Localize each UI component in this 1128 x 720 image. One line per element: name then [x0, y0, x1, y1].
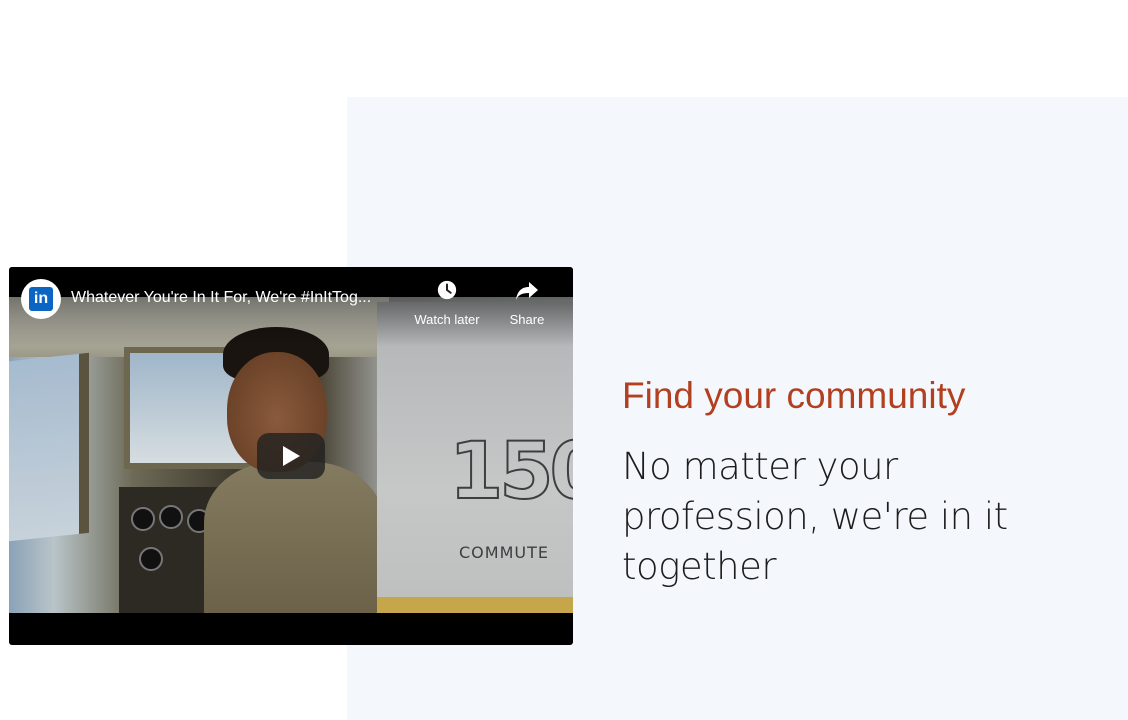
share-arrow-icon [516, 282, 538, 300]
tail-number: 150 [448, 426, 573, 518]
play-button[interactable] [257, 433, 325, 479]
community-headline: Find your community [622, 375, 966, 416]
watch-later-button[interactable]: Watch later [407, 279, 487, 327]
page: 150 COMMUTE in Whatever You're In It For… [0, 0, 1128, 720]
channel-avatar[interactable]: in [21, 279, 61, 319]
tail-stripe [377, 597, 573, 613]
cockpit-side-window [9, 352, 89, 542]
gauge-icon [139, 547, 163, 571]
clock-icon [437, 280, 457, 300]
gauge-icon [131, 507, 155, 531]
share-button[interactable]: Share [487, 279, 567, 327]
play-icon [283, 446, 300, 466]
gauge-icon [159, 505, 183, 529]
tail-word: COMMUTE [459, 543, 549, 562]
video-player[interactable]: 150 COMMUTE in Whatever You're In It For… [9, 267, 573, 645]
share-label: Share [509, 312, 545, 327]
watch-later-label: Watch later [414, 312, 480, 327]
video-title[interactable]: Whatever You're In It For, We're #InItTo… [71, 289, 406, 307]
linkedin-logo-icon: in [29, 287, 53, 311]
person-body [204, 462, 384, 613]
community-subline: No matter your profession, we're in it t… [622, 445, 1008, 588]
